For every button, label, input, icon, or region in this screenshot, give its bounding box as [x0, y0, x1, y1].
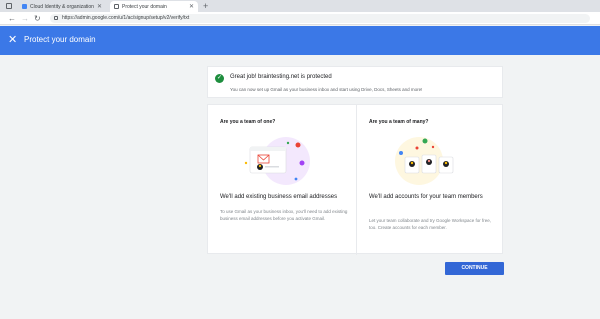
tab-cloud-identity[interactable]: Cloud Identity & organization - ✕ — [18, 1, 106, 12]
page-title: Protect your domain — [24, 35, 96, 44]
page-favicon-icon — [114, 4, 119, 9]
window-menu-icon[interactable] — [6, 3, 12, 9]
close-tab-icon[interactable]: ✕ — [189, 3, 194, 10]
option-heading: We'll add accounts for your team members — [369, 194, 483, 200]
address-bar[interactable]: https://admin.google.com/u/1/ac/signup/s… — [50, 14, 590, 23]
team-illustration-icon — [395, 137, 454, 185]
option-team-of-one[interactable]: Are you a team of one? We'll add existin… — [208, 105, 356, 255]
single-user-illustration-icon — [244, 137, 310, 185]
option-heading: We'll add existing business email addres… — [220, 194, 338, 200]
app-header-bar: ✕ Protect your domain — [0, 26, 600, 55]
success-subtext: You can now set up Gmail as your busines… — [230, 87, 423, 92]
success-heading: Great job! braintesting.net is protected — [230, 74, 332, 80]
option-description: To use Gmail as your business inbox, you… — [220, 209, 348, 221]
check-circle-icon: ✓ — [215, 74, 224, 83]
browser-toolbar: ← → ↻ https://admin.google.com/u/1/ac/si… — [0, 12, 600, 25]
lock-icon — [54, 16, 58, 20]
new-tab-button[interactable]: + — [203, 1, 208, 11]
option-team-of-many[interactable]: Are you a team of many? We'll add accoun… — [357, 105, 505, 255]
option-question: Are you a team of many? — [369, 119, 429, 125]
team-options-card: Are you a team of one? We'll add existin… — [207, 104, 505, 255]
browser-tab-strip: Cloud Identity & organization - ✕ Protec… — [0, 0, 600, 12]
reload-button[interactable]: ↻ — [34, 14, 41, 23]
continue-button[interactable]: CONTINUE — [445, 262, 504, 275]
option-description: Let your team collaborate and try Google… — [369, 218, 491, 230]
google-favicon-icon — [22, 4, 27, 9]
back-button[interactable]: ← — [8, 14, 16, 23]
forward-button[interactable]: → — [21, 14, 29, 23]
success-banner: ✓ Great job! braintesting.net is protect… — [207, 66, 503, 98]
close-icon[interactable]: ✕ — [8, 34, 17, 46]
option-question: Are you a team of one? — [220, 119, 276, 125]
url-text: https://admin.google.com/u/1/ac/signup/s… — [62, 15, 190, 21]
tab-protect-domain[interactable]: Protect your domain ✕ — [110, 1, 198, 12]
close-tab-icon[interactable]: ✕ — [97, 3, 102, 10]
